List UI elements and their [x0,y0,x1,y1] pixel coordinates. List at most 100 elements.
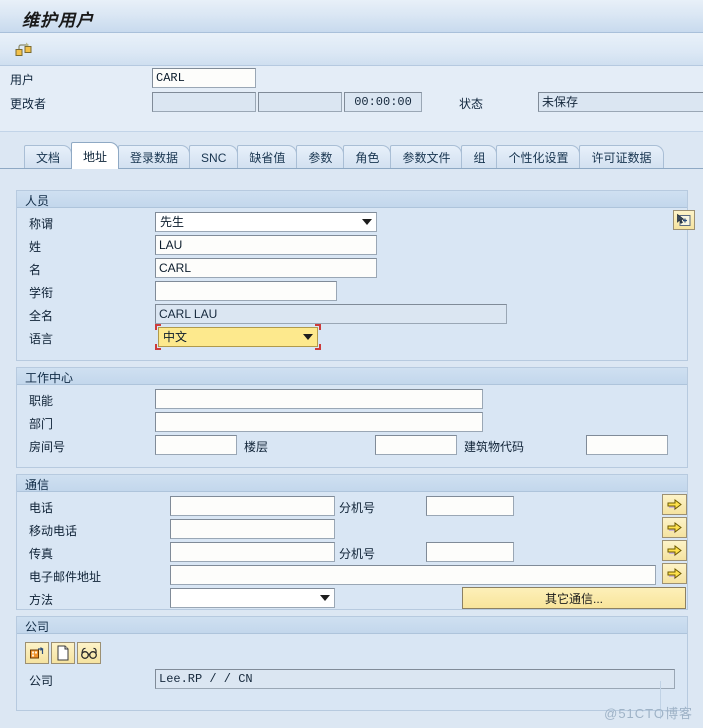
floor-label: 楼层 [244,440,269,454]
tab-label: 参数文件 [402,151,451,165]
group-company-header: 公司 [17,617,687,634]
tab-0[interactable]: 文档 [24,145,73,169]
department-input[interactable] [155,412,483,432]
first-name-input[interactable]: CARL [155,258,377,278]
group-workcenter-header: 工作中心 [17,368,687,385]
tab-label: 个性化设置 [508,151,569,165]
tab-strip: 文档 地址 登录数据 SNC 缺省值 参数 角色 参数文件 组 个性化设置 许可证数据 [0,140,703,170]
method-select[interactable] [170,588,335,608]
tab-9[interactable]: 个性化设置 [496,145,581,169]
changed-by-input[interactable] [152,92,256,112]
email-label: 电子邮件地址 [29,570,102,584]
group-workcenter-title: 工作中心 [25,371,74,385]
floor-input[interactable] [375,435,457,455]
tab-label: 许可证数据 [591,151,652,165]
group-company-title: 公司 [25,620,50,634]
tab-label: SNC [201,150,227,165]
other-communication-button[interactable]: 其它通信... [462,587,686,609]
user-label: 用户 [10,73,35,87]
yellow-arrow-right-icon[interactable] [662,494,687,515]
tab-8[interactable]: 组 [461,145,498,169]
tab-label: 登录数据 [130,151,179,165]
room-label: 房间号 [29,440,66,454]
group-communication-header: 通信 [17,475,687,492]
company-value: Lee.RP / / CN [155,669,675,689]
yellow-arrow-right-icon[interactable] [662,563,687,584]
tab-4[interactable]: 缺省值 [237,145,298,169]
building-label: 建筑物代码 [464,440,525,454]
display-company-icon[interactable] [77,642,101,664]
yellow-arrow-right-icon[interactable] [662,540,687,561]
tab-10[interactable]: 许可证数据 [579,145,664,169]
fax-ext-label: 分机号 [339,547,376,561]
group-person-title: 人员 [25,194,50,208]
group-person-header: 人员 [17,191,687,208]
group-communication: 通信 电话 分机号 移动电话 传真 分机号 电子邮件地址 方法 其它通信... [16,474,688,610]
language-label: 语言 [29,332,54,346]
method-label: 方法 [29,593,54,607]
phone-label: 电话 [29,501,54,515]
phone-input[interactable] [170,496,335,516]
salutation-value: 先生 [160,215,185,229]
user-input[interactable]: CARL [152,68,256,88]
fax-ext-input[interactable] [426,542,514,562]
tab-label: 文档 [36,151,61,165]
first-name-label: 名 [29,263,42,277]
tab-7[interactable]: 参数文件 [390,145,463,169]
department-label: 部门 [29,417,54,431]
building-input[interactable] [586,435,668,455]
tab-3[interactable]: SNC [189,145,239,169]
tab-2[interactable]: 登录数据 [118,145,191,169]
company-label: 公司 [29,674,54,688]
tab-5[interactable]: 参数 [296,145,345,169]
yellow-arrow-right-icon[interactable] [662,517,687,538]
group-workcenter: 工作中心 职能 部门 房间号 楼层 建筑物代码 [16,367,688,468]
room-input[interactable] [155,435,237,455]
copy-object-icon[interactable] [12,38,36,60]
salutation-select[interactable]: 先生 [155,212,377,232]
fax-input[interactable] [170,542,335,562]
header-fields-area: 用户 CARL 更改者 00:00:00 状态 未保存 [0,66,703,132]
group-person: 人员 称谓 先生 姓 LAU 名 CARL 学衔 全名 CARL LAU 语言 … [16,190,695,361]
tab-label: 组 [473,151,486,165]
cursor-plus-icon[interactable] [673,210,695,230]
tab-6[interactable]: 角色 [343,145,392,169]
tab-1[interactable]: 地址 [71,142,120,169]
status-value: 未保存 [538,92,703,112]
fax-label: 传真 [29,547,54,561]
page-title: 维护用户 [22,11,94,30]
last-name-label: 姓 [29,240,42,254]
group-company: 公司 公司 Lee.RP / / CN [16,616,688,711]
application-toolbar [0,33,703,66]
phone-ext-label: 分机号 [339,501,376,515]
changed-time-input[interactable]: 00:00:00 [344,92,422,112]
group-communication-title: 通信 [25,478,50,492]
language-value: 中文 [163,330,188,344]
full-name-value: CARL LAU [155,304,507,324]
changed-date-input[interactable] [258,92,342,112]
tab-label: 参数 [308,151,333,165]
email-input[interactable] [170,565,656,585]
last-name-input[interactable]: LAU [155,235,377,255]
academic-title-label: 学衔 [29,286,54,300]
window-title-bar: 维护用户 [0,0,703,33]
changed-by-label: 更改者 [10,97,47,111]
tab-content-address: 人员 称谓 先生 姓 LAU 名 CARL 学衔 全名 CARL LAU 语言 … [0,169,703,728]
status-label: 状态 [459,97,484,111]
phone-ext-input[interactable] [426,496,514,516]
salutation-label: 称谓 [29,217,54,231]
academic-title-input[interactable] [155,281,337,301]
tab-label: 地址 [83,149,108,164]
tab-label: 角色 [355,151,380,165]
new-company-icon[interactable] [51,642,75,664]
assign-company-icon[interactable] [25,642,49,664]
tab-label: 缺省值 [249,151,286,165]
mobile-input[interactable] [170,519,335,539]
mobile-label: 移动电话 [29,524,78,538]
chevron-down-icon[interactable] [359,214,375,230]
function-input[interactable] [155,389,483,409]
chevron-down-icon[interactable] [300,329,316,345]
chevron-down-icon[interactable] [317,590,333,606]
language-select[interactable]: 中文 [158,327,318,347]
full-name-label: 全名 [29,309,54,323]
